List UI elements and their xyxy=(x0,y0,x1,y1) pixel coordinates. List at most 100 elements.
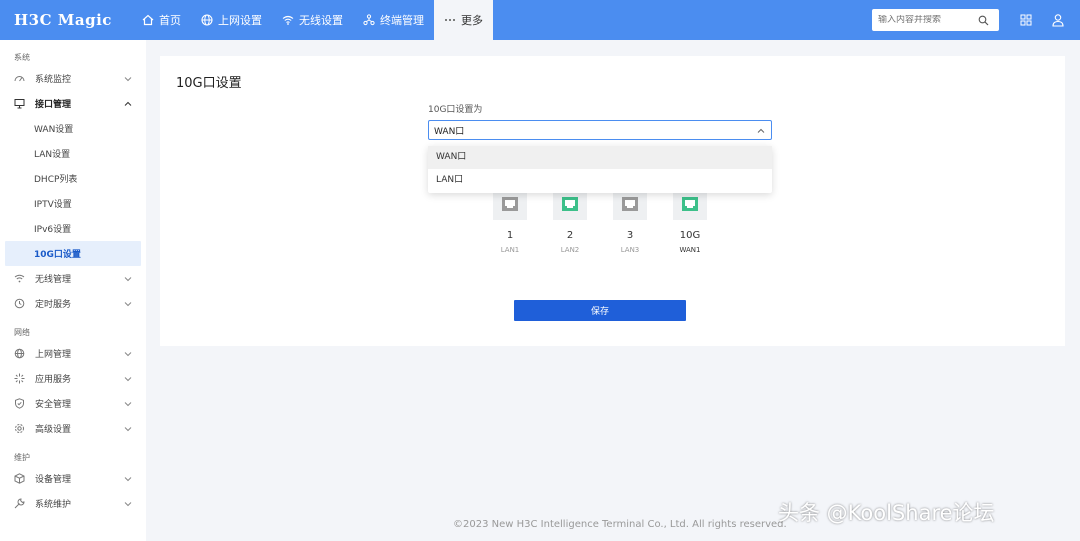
wrench-icon xyxy=(14,498,25,509)
sidebar-item-label: 定时服务 xyxy=(35,300,72,310)
port-3: 3 LAN3 xyxy=(612,188,648,254)
settings-card: 10G口设置 10G口设置为 WAN口 WAN口 LAN口 1 LAN1 2 L… xyxy=(160,56,1065,346)
port-number: 3 xyxy=(626,230,634,241)
home-icon xyxy=(142,14,154,26)
wifi-icon xyxy=(282,15,294,25)
chevron-down-icon xyxy=(124,401,132,406)
sidebar-item-wireless[interactable]: 无线管理 xyxy=(0,266,146,291)
sidebar-item-label: 设备管理 xyxy=(35,475,72,485)
port-mode-value: WAN口 xyxy=(434,126,465,137)
sidebar-subitem-ipv6[interactable]: IPv6设置 xyxy=(0,216,146,241)
search-box[interactable] xyxy=(872,9,999,31)
nav-more[interactable]: 更多 xyxy=(434,0,493,40)
sidebar-item-label: 应用服务 xyxy=(35,375,72,385)
port-number: 2 xyxy=(566,230,574,241)
chevron-down-icon xyxy=(124,301,132,306)
search-icon[interactable] xyxy=(978,15,989,26)
sidebar-item-label: 上网管理 xyxy=(35,350,72,360)
nav-devices-label: 终端管理 xyxy=(380,14,424,27)
monitor-icon xyxy=(14,99,25,109)
port-number: 1 xyxy=(506,230,514,241)
ethernet-port-icon xyxy=(562,197,578,211)
nav-home[interactable]: 首页 xyxy=(132,0,191,40)
port-diagram: 1 LAN1 2 LAN2 3 LAN3 10G WAN1 xyxy=(490,188,720,278)
sidebar-subitem-wan[interactable]: WAN设置 xyxy=(0,116,146,141)
brand-logo[interactable]: H3C Magic xyxy=(0,11,132,29)
search-input[interactable] xyxy=(878,15,978,25)
sparkle-icon xyxy=(14,373,25,384)
nav-more-label: 更多 xyxy=(461,14,483,27)
sidebar-item-label: 无线管理 xyxy=(35,275,72,285)
port-mode-dropdown: WAN口 LAN口 xyxy=(428,146,772,193)
chevron-down-icon xyxy=(124,351,132,356)
sidebar-item-internet[interactable]: 上网管理 xyxy=(0,341,146,366)
sidebar-item-device[interactable]: 设备管理 xyxy=(0,466,146,491)
nav-home-label: 首页 xyxy=(159,14,181,27)
more-icon xyxy=(445,19,455,21)
port-number: 10G xyxy=(679,230,701,241)
nav-internet-label: 上网设置 xyxy=(218,14,262,27)
chevron-down-icon xyxy=(124,276,132,281)
user-icon[interactable] xyxy=(1051,13,1065,27)
wifi-icon xyxy=(14,274,25,283)
sidebar-item-interface[interactable]: 接口管理 xyxy=(0,91,146,116)
option-lan[interactable]: LAN口 xyxy=(428,169,772,192)
gauge-icon xyxy=(14,76,25,82)
chevron-up-icon xyxy=(124,101,132,106)
globe-icon xyxy=(201,14,213,26)
top-nav-bar: H3C Magic 首页 上网设置 无线设置 终端管理 更多 xyxy=(0,0,1080,40)
group-title-network: 网络 xyxy=(14,328,30,337)
sidebar-item-label: 高级设置 xyxy=(35,425,72,435)
option-wan[interactable]: WAN口 xyxy=(428,146,772,169)
ethernet-port-icon xyxy=(502,197,518,211)
sidebar-item-label: 安全管理 xyxy=(35,400,72,410)
gear-icon xyxy=(15,424,24,433)
group-title-system: 系统 xyxy=(14,53,30,62)
port-type: LAN1 xyxy=(500,246,520,254)
sidebar-item-label: 接口管理 xyxy=(35,100,72,110)
apps-grid-icon[interactable] xyxy=(1019,13,1033,27)
chevron-down-icon xyxy=(124,376,132,381)
port-mode-select[interactable]: WAN口 xyxy=(428,120,772,140)
sidebar-subitem-iptv[interactable]: IPTV设置 xyxy=(0,191,146,216)
chevron-up-icon xyxy=(757,128,765,133)
watermark: 头条 @KoolShare论坛 xyxy=(778,501,995,525)
copyright-footer: ©2023 New H3C Intelligence Terminal Co.,… xyxy=(453,519,787,530)
nav-devices[interactable]: 终端管理 xyxy=(353,0,434,40)
chevron-down-icon xyxy=(124,476,132,481)
group-title-maintenance: 维护 xyxy=(14,453,30,462)
chevron-down-icon xyxy=(124,76,132,81)
nav-wireless-label: 无线设置 xyxy=(299,14,343,27)
sidebar-item-apps[interactable]: 应用服务 xyxy=(0,366,146,391)
clock-icon xyxy=(14,298,25,309)
cube-icon xyxy=(14,473,25,484)
sidebar-subitem-lan[interactable]: LAN设置 xyxy=(0,141,146,166)
sidebar-item-label: 系统维护 xyxy=(35,500,72,510)
sidebar: 系统 系统监控 接口管理 WAN设置 LAN设置 DHCP列表 IPTV设置 I… xyxy=(0,40,146,541)
page-title: 10G口设置 xyxy=(176,76,242,91)
sidebar-item-maintain[interactable]: 系统维护 xyxy=(0,491,146,516)
ethernet-port-icon xyxy=(622,197,638,211)
nav-internet[interactable]: 上网设置 xyxy=(191,0,272,40)
sidebar-item-monitor[interactable]: 系统监控 xyxy=(0,66,146,91)
port-mode-label: 10G口设置为 xyxy=(428,105,483,115)
port-1: 1 LAN1 xyxy=(492,188,528,254)
sidebar-subitem-dhcp[interactable]: DHCP列表 xyxy=(0,166,146,191)
main-nav: 首页 上网设置 无线设置 终端管理 更多 xyxy=(132,0,493,40)
ethernet-port-icon xyxy=(682,197,698,211)
port-type: WAN1 xyxy=(679,246,701,254)
chevron-down-icon xyxy=(124,426,132,431)
port-10g: 10G WAN1 xyxy=(672,188,708,254)
sidebar-item-advanced[interactable]: 高级设置 xyxy=(0,416,146,441)
globe-icon xyxy=(14,348,25,359)
sidebar-subitem-10g[interactable]: 10G口设置 xyxy=(5,241,141,266)
sidebar-item-timer[interactable]: 定时服务 xyxy=(0,291,146,316)
nav-wireless[interactable]: 无线设置 xyxy=(272,0,353,40)
save-button[interactable]: 保存 xyxy=(514,300,686,321)
port-type: LAN2 xyxy=(560,246,580,254)
port-2: 2 LAN2 xyxy=(552,188,588,254)
sidebar-item-security[interactable]: 安全管理 xyxy=(0,391,146,416)
shield-icon xyxy=(15,398,24,409)
sidebar-item-label: 系统监控 xyxy=(35,75,72,85)
devices-icon xyxy=(363,14,375,26)
